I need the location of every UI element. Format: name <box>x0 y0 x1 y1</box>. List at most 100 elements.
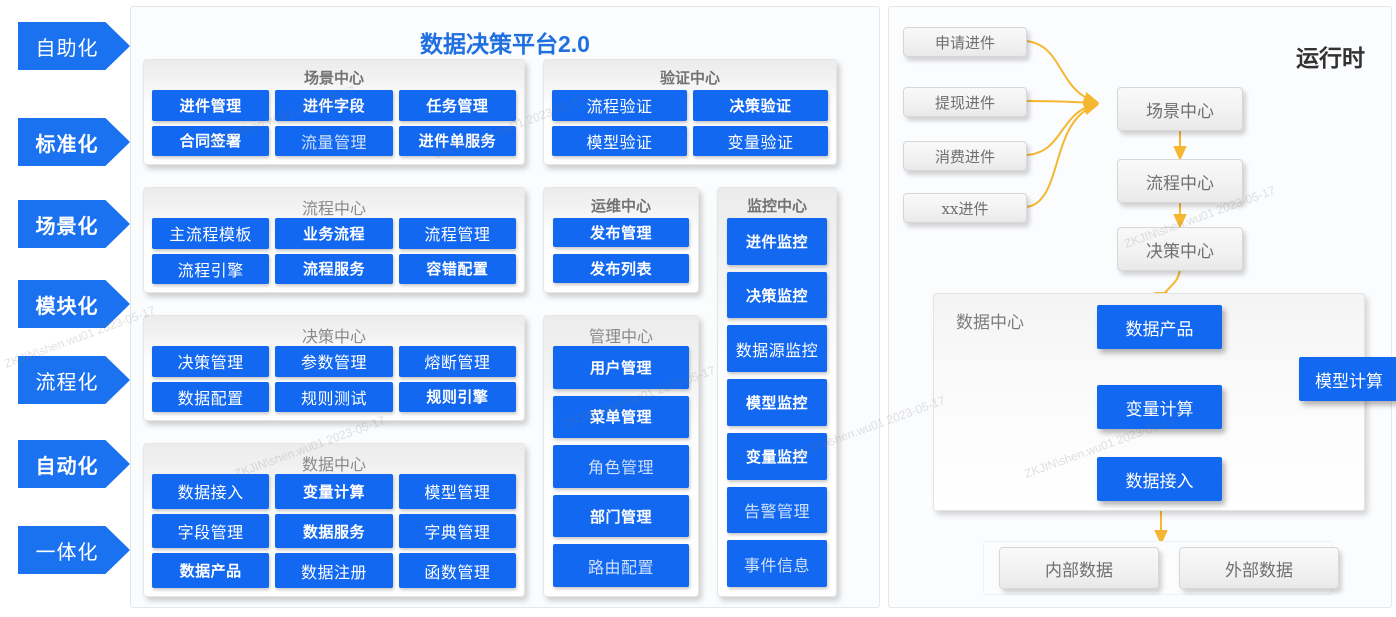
module-button[interactable]: 函数管理 <box>398 553 516 589</box>
runtime-panel: 运行时 申请进件 提现进件 消费进件 xx进件 场景中心 流程中心 决策中心 数… <box>888 6 1396 608</box>
capability-arrow-label: 标准化 <box>35 133 99 156</box>
module-button[interactable]: 用户管理 <box>553 346 689 389</box>
module-button-label: 进件管理 <box>179 97 242 115</box>
module-button-label: 函数管理 <box>424 562 491 582</box>
module-button[interactable]: 角色管理 <box>553 445 689 488</box>
module-button-label: 容错配置 <box>426 261 489 279</box>
module-button[interactable]: 参数管理 <box>275 346 393 377</box>
runtime-data-center-label: 数据中心 <box>956 313 1024 333</box>
capability-arrow-4: 模块化 <box>18 280 130 328</box>
module-button[interactable]: 主流程模板 <box>152 218 270 249</box>
module-row: 数据配置 规则测试 规则引擎 <box>152 381 516 412</box>
module-button[interactable]: 数据产品 <box>152 553 270 589</box>
runtime-input-3[interactable]: 消费进件 <box>903 141 1027 171</box>
capability-arrow-label: 自助化 <box>35 37 99 60</box>
runtime-input-2[interactable]: 提现进件 <box>903 87 1027 117</box>
runtime-pipeline-label: 决策中心 <box>1146 241 1214 262</box>
module-button-label: 流量管理 <box>300 132 367 152</box>
module-button[interactable]: 模型管理 <box>398 474 516 509</box>
module-button-label: 数据产品 <box>179 563 242 581</box>
runtime-input-1[interactable]: 申请进件 <box>903 27 1027 57</box>
runtime-title: 运行时 <box>1296 45 1365 71</box>
module-row: 主流程模板 业务流程 流程管理 <box>152 218 516 249</box>
runtime-pipeline-label: 场景中心 <box>1146 101 1214 122</box>
runtime-input-label: 消费进件 <box>934 147 995 166</box>
module-button-label: 参数管理 <box>300 353 367 373</box>
group-admin-center: 管理中心 用户管理菜单管理角色管理部门管理路由配置 <box>543 315 699 597</box>
module-button[interactable]: 事件信息 <box>727 540 827 588</box>
runtime-pipeline-3[interactable]: 决策中心 <box>1117 227 1243 271</box>
module-row: 字段管理 数据服务 字典管理 <box>152 513 516 549</box>
module-button[interactable]: 决策管理 <box>152 346 270 377</box>
runtime-pipeline-1[interactable]: 场景中心 <box>1117 87 1243 131</box>
group-title-scene-center: 场景中心 <box>303 70 364 87</box>
module-button[interactable]: 菜单管理 <box>553 395 689 439</box>
module-button[interactable]: 进件字段 <box>275 90 393 121</box>
group-title-admin-center: 管理中心 <box>588 327 653 346</box>
platform-panel: 数据决策平台2.0 场景中心 进件管理 进件字段 任务管理 合同签署 流量管理 进件单服务… <box>130 6 880 608</box>
runtime-node-variable-compute[interactable]: 变量计算 <box>1097 385 1222 429</box>
module-button[interactable]: 流程验证 <box>552 90 687 121</box>
module-button-label: 规则测试 <box>300 388 367 408</box>
module-button[interactable]: 模型验证 <box>552 125 687 156</box>
module-button[interactable]: 数据注册 <box>275 553 393 589</box>
module-button[interactable]: 变量监控 <box>727 432 827 480</box>
runtime-node-data-ingest[interactable]: 数据接入 <box>1097 457 1222 501</box>
capability-arrow-2: 标准化 <box>18 118 130 166</box>
module-button[interactable]: 字典管理 <box>398 513 516 549</box>
module-button[interactable]: 发布列表 <box>553 254 689 283</box>
module-button[interactable]: 规则引擎 <box>398 381 516 412</box>
capability-arrow-label: 场景化 <box>35 215 99 238</box>
module-button[interactable]: 数据源监控 <box>727 325 827 373</box>
capability-arrow-label: 一体化 <box>35 541 99 564</box>
capability-arrow-7: 一体化 <box>18 526 130 574</box>
module-button[interactable]: 数据接入 <box>152 474 270 509</box>
module-button[interactable]: 熔断管理 <box>398 346 516 377</box>
module-button[interactable]: 数据服务 <box>275 513 393 549</box>
module-button[interactable]: 业务流程 <box>275 218 393 249</box>
group-cells-scene-center: 进件管理 进件字段 任务管理合同签署 流量管理 进件单服务 <box>152 90 516 156</box>
runtime-input-4[interactable]: xx进件 <box>903 193 1027 223</box>
module-button[interactable]: 决策监控 <box>727 271 827 319</box>
module-button-label: 主流程模板 <box>169 225 252 245</box>
module-button[interactable]: 数据配置 <box>152 381 270 412</box>
module-button-label: 熔断管理 <box>424 353 491 373</box>
module-button[interactable]: 流程管理 <box>398 218 516 249</box>
module-button[interactable]: 变量验证 <box>693 125 828 156</box>
module-button[interactable]: 容错配置 <box>398 253 516 284</box>
module-button[interactable]: 部门管理 <box>553 494 689 538</box>
module-button-label: 字段管理 <box>177 523 244 542</box>
capability-arrow-label: 自动化 <box>35 455 99 478</box>
group-cells-process-center: 主流程模板 业务流程 流程管理流程引擎 流程服务 容错配置 <box>152 218 516 284</box>
module-button[interactable]: 模型监控 <box>727 379 827 426</box>
runtime-source-external[interactable]: 外部数据 <box>1179 547 1339 589</box>
module-button[interactable]: 发布管理 <box>553 218 689 247</box>
module-button[interactable]: 告警管理 <box>727 486 827 534</box>
module-button[interactable]: 进件管理 <box>152 90 270 121</box>
module-button[interactable]: 字段管理 <box>152 513 270 549</box>
module-button[interactable]: 进件单服务 <box>398 125 516 156</box>
runtime-node-model-compute[interactable]: 模型计算 <box>1299 357 1396 401</box>
module-button[interactable]: 进件监控 <box>727 218 827 265</box>
module-button-label: 发布列表 <box>589 261 652 278</box>
module-button[interactable]: 路由配置 <box>553 544 689 587</box>
module-button-label: 字典管理 <box>424 523 491 542</box>
runtime-pipeline-2[interactable]: 流程中心 <box>1117 159 1243 203</box>
module-button[interactable]: 规则测试 <box>275 381 393 412</box>
module-button[interactable]: 流量管理 <box>275 125 393 156</box>
module-button-label: 流程管理 <box>424 225 491 245</box>
runtime-source-internal[interactable]: 内部数据 <box>999 547 1159 589</box>
module-button-label: 合同签署 <box>179 133 242 151</box>
module-button[interactable]: 决策验证 <box>693 90 828 121</box>
module-button[interactable]: 任务管理 <box>398 90 516 121</box>
module-button[interactable]: 合同签署 <box>152 125 270 156</box>
module-button[interactable]: 流程引擎 <box>152 253 270 284</box>
module-button[interactable]: 流程服务 <box>275 253 393 284</box>
module-button-label: 决策验证 <box>729 97 792 115</box>
module-button-label: 数据源监控 <box>735 340 819 360</box>
module-button[interactable]: 变量计算 <box>275 474 393 509</box>
group-cells-data-center: 数据接入 变量计算 模型管理字段管理 数据服务 字典管理数据产品 数据注册 函数管理 <box>152 474 516 589</box>
group-verify-center: 验证中心 流程验证 决策验证 模型验证 变量验证 <box>543 59 837 165</box>
runtime-node-data-product[interactable]: 数据产品 <box>1097 305 1222 349</box>
capability-arrow-label: 模块化 <box>35 295 99 318</box>
